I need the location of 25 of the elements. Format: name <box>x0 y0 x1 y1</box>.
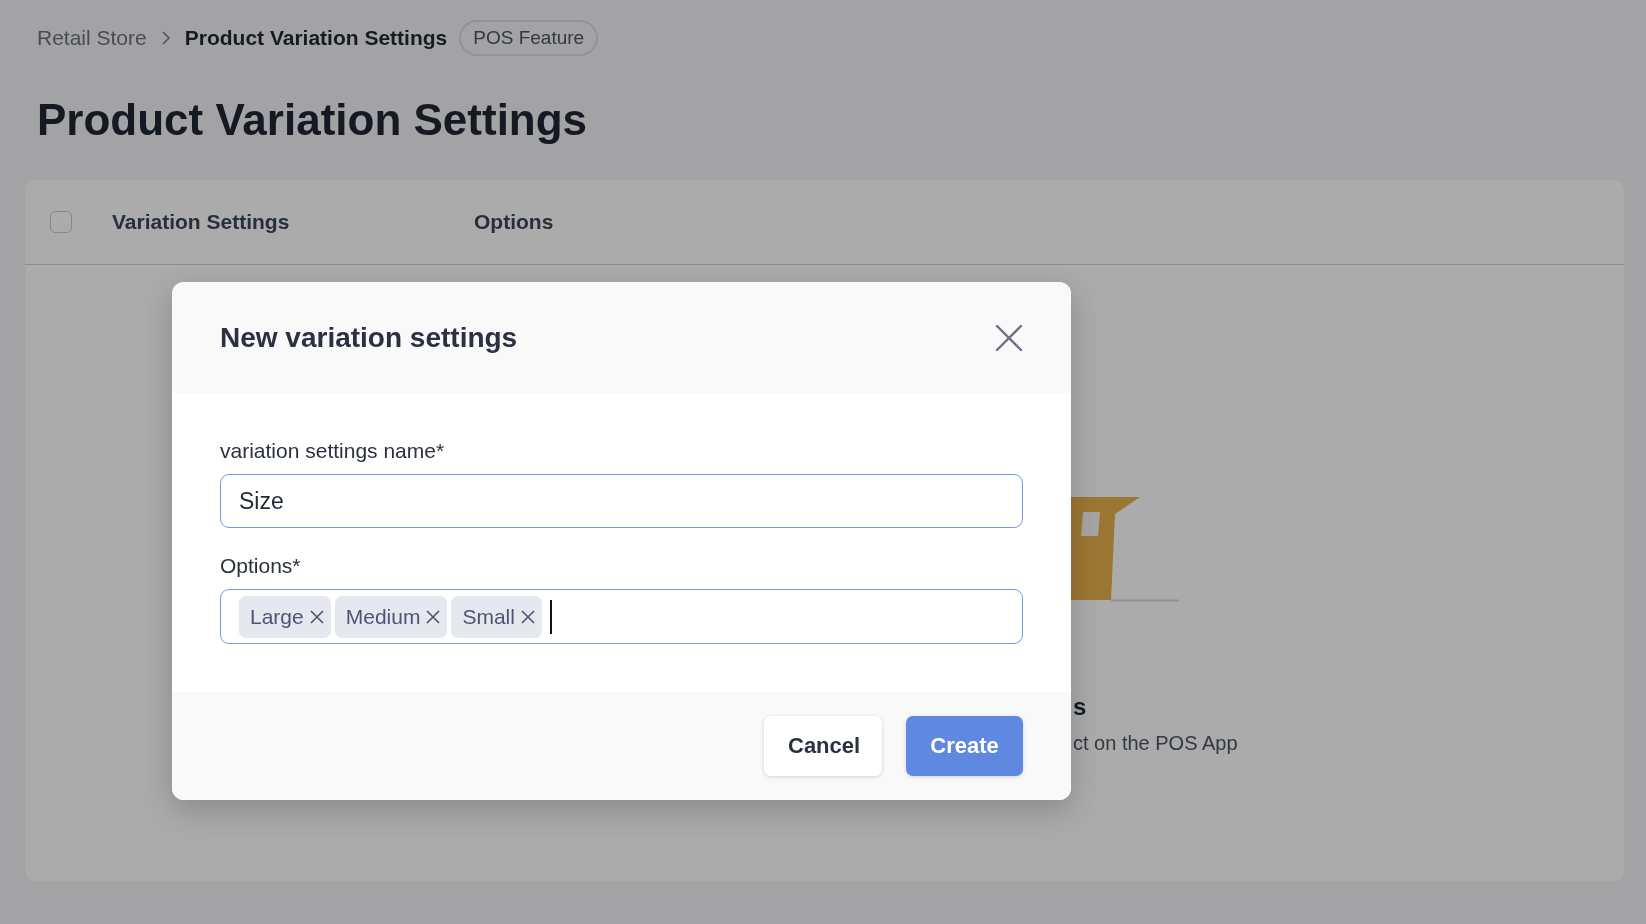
create-button[interactable]: Create <box>906 716 1023 776</box>
breadcrumb-link[interactable]: Retail Store <box>37 26 147 50</box>
remove-icon[interactable] <box>426 609 441 624</box>
tags-input-field[interactable]: Large Medium Small <box>220 589 1023 644</box>
tag-label: Small <box>462 604 515 629</box>
chevron-right-icon <box>160 30 171 46</box>
cancel-button[interactable]: Cancel <box>764 716 882 776</box>
feature-badge: POS Feature <box>459 20 599 56</box>
remove-icon[interactable] <box>520 609 535 624</box>
tag-label: Medium <box>345 604 421 629</box>
field-label: variation settings name* <box>220 439 446 463</box>
select-all-checkbox[interactable] <box>50 211 72 233</box>
text-cursor <box>549 599 552 634</box>
name-input-field[interactable]: Size <box>220 474 1023 528</box>
column-header: Options <box>474 210 554 234</box>
modal-title: New variation settings <box>220 321 518 354</box>
breadcrumb-current: Product Variation Settings <box>184 26 448 50</box>
column-header: Variation Settings <box>112 210 291 234</box>
remove-icon[interactable] <box>309 609 324 624</box>
empty-state-description: ct on the POS App <box>1072 731 1238 756</box>
close-icon[interactable] <box>995 323 1023 352</box>
empty-state-title: s <box>1072 692 1087 722</box>
page-title: Product Variation Settings <box>37 94 589 146</box>
field-label: Options* <box>220 554 302 578</box>
tag-label: Large <box>250 604 304 629</box>
